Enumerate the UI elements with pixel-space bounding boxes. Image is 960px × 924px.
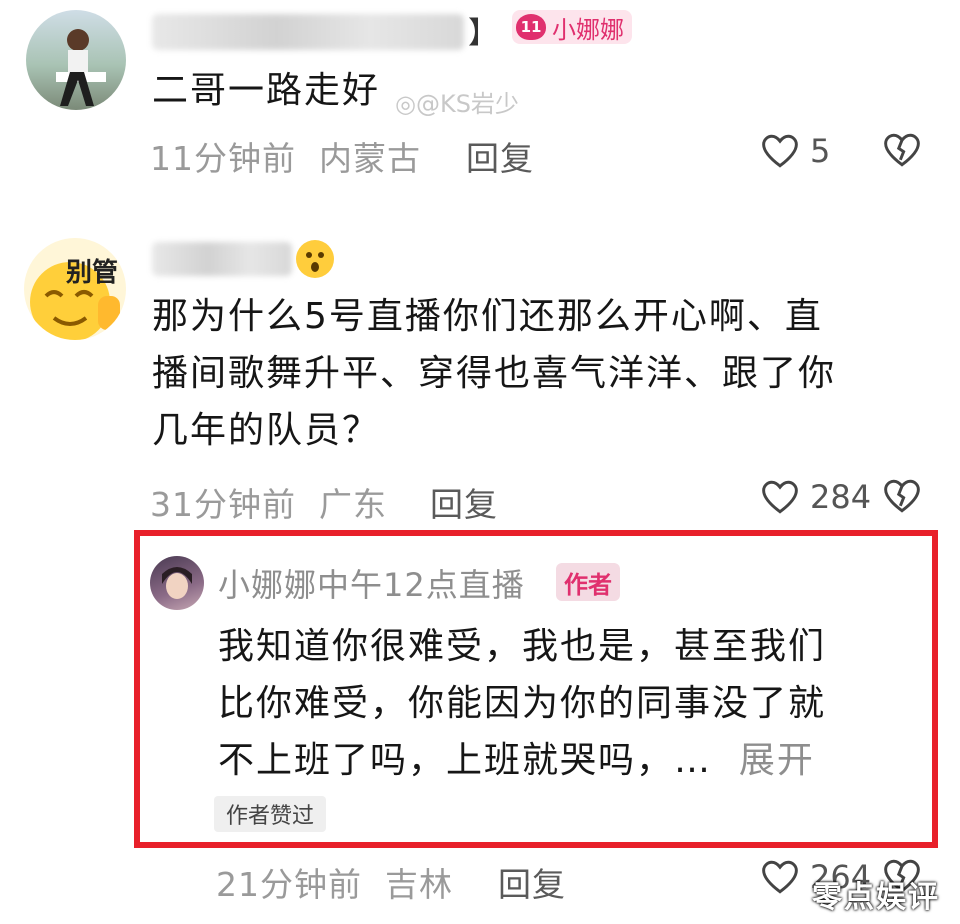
heart-icon — [762, 134, 798, 168]
reply-button[interactable]: 回复 — [430, 478, 498, 526]
comment-time: 31分钟前 广东 — [150, 485, 387, 524]
comment-location: 内蒙古 — [318, 139, 421, 178]
surprised-emoji-icon — [296, 240, 334, 278]
heart-icon — [762, 480, 798, 514]
avatar[interactable] — [26, 10, 126, 110]
heart-icon — [762, 860, 798, 894]
author-tag: 作者 — [556, 563, 620, 601]
avatar[interactable]: 别管 — [24, 238, 126, 340]
reply-time: 21分钟前 吉林 — [216, 865, 453, 904]
like-button[interactable]: 5 — [760, 132, 830, 170]
reply-button[interactable]: 回复 — [466, 132, 534, 180]
comment-text: 那为什么5号直播你们还那么开心啊、直 播间歌舞升平、穿得也喜气洋洋、跟了你 几年… — [152, 288, 836, 459]
expand-link[interactable]: 展开 — [739, 740, 815, 781]
author-liked-tag: 作者赞过 — [214, 796, 326, 832]
like-button[interactable]: 284 — [760, 478, 871, 516]
dislike-heart-icon[interactable] — [882, 478, 922, 514]
reply-line: 比你难受，你能因为你的同事没了就 — [218, 683, 827, 724]
avatar[interactable] — [150, 556, 204, 610]
reply-line-last: 不上班了吗，上班就哭吗，… 展开 — [218, 740, 815, 781]
blurred-username — [152, 14, 464, 50]
bracket-mark: 】 — [468, 16, 498, 51]
mention-name: 小娜娜 — [552, 15, 624, 44]
like-count: 284 — [810, 478, 872, 516]
dislike-heart-icon[interactable] — [882, 132, 922, 168]
weibo-icon: ◎ — [395, 90, 416, 118]
level-heart-icon: 11 — [516, 14, 546, 40]
comment-line: 那为什么5号直播你们还那么开心啊、直 — [152, 296, 823, 337]
comment-time: 11分钟前 内蒙古 — [150, 139, 421, 178]
avatar-text: 别管 — [66, 258, 119, 288]
reply-text: 我知道你很难受，我也是，甚至我们 比你难受，你能因为你的同事没了就 不上班了吗，… — [218, 618, 826, 789]
reply-line: 我知道你很难受，我也是，甚至我们 — [218, 626, 827, 667]
blurred-username — [152, 242, 292, 276]
like-count: 5 — [810, 132, 831, 170]
reply-button[interactable]: 回复 — [498, 858, 566, 906]
comment-text: 二哥一路走好 — [152, 70, 381, 111]
mention-badge[interactable]: 11 小娜娜 — [512, 10, 632, 44]
corner-watermark: 零点娱评 — [812, 880, 940, 915]
comment-line: 几年的队员？ — [152, 410, 381, 451]
reply-username[interactable]: 小娜娜中午12点直播 — [218, 560, 525, 606]
weibo-watermark: ◎@KS岩少 — [395, 90, 519, 118]
avatar-figure-icon — [56, 29, 106, 106]
comment-line: 播间歌舞升平、穿得也喜气洋洋、跟了你 — [152, 353, 837, 394]
avatar-face-icon — [162, 567, 192, 599]
reply-location: 吉林 — [384, 865, 453, 904]
comment-location: 广东 — [318, 485, 387, 524]
